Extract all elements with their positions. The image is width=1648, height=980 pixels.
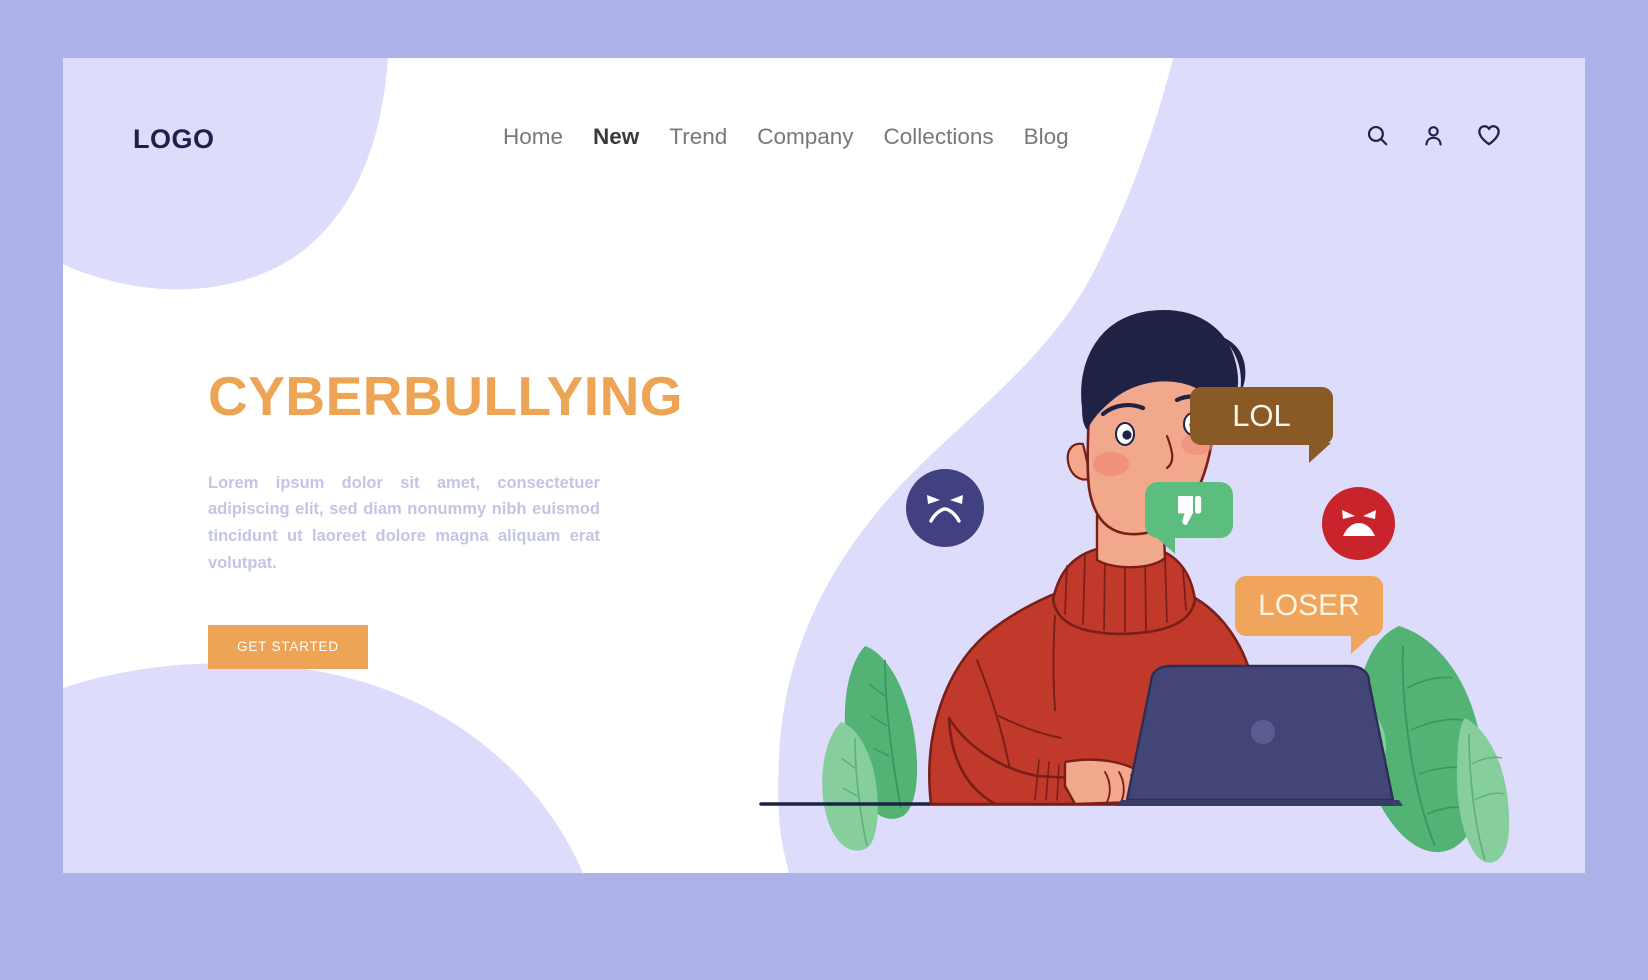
- site-header: LOGO Home New Trend Company Collections …: [63, 58, 1585, 228]
- bubble-dislike: [1145, 482, 1233, 554]
- nav-item-new[interactable]: New: [593, 124, 639, 150]
- header-icon-group: [1364, 122, 1502, 148]
- logo[interactable]: LOGO: [133, 124, 215, 155]
- nav-item-home[interactable]: Home: [503, 124, 563, 150]
- laptop-logo: [1251, 720, 1275, 744]
- hero-paragraph: Lorem ipsum dolor sit amet, consectetuer…: [208, 473, 600, 572]
- heart-icon[interactable]: [1476, 122, 1502, 148]
- cyberbullying-illustration: [759, 310, 1510, 863]
- angry-face-red-badge: [1322, 487, 1395, 560]
- angry-face-icon: [915, 476, 975, 541]
- angry-face-blue-badge: [906, 469, 984, 547]
- angry-face-icon: [1331, 493, 1387, 554]
- hero-illustration: [753, 248, 1513, 868]
- thumbs-down-icon: [1169, 490, 1209, 530]
- nav-item-blog[interactable]: Blog: [1024, 124, 1069, 150]
- laptop: [1117, 664, 1403, 806]
- nav-item-collections[interactable]: Collections: [884, 124, 994, 150]
- page-frame: LOGO Home New Trend Company Collections …: [0, 0, 1648, 980]
- hero-section: CYBERBULLYING Lorem ipsum dolor sit amet…: [208, 365, 684, 669]
- plant-left: [822, 646, 918, 851]
- page-title: CYBERBULLYING: [208, 365, 684, 427]
- get-started-button[interactable]: GET STARTED: [208, 624, 368, 669]
- bubble-loser: LOSER: [1235, 576, 1383, 654]
- nav-item-trend[interactable]: Trend: [669, 124, 727, 150]
- landing-page-panel: LOGO Home New Trend Company Collections …: [63, 58, 1585, 873]
- user-icon[interactable]: [1420, 122, 1446, 148]
- main-navigation: Home New Trend Company Collections Blog: [503, 124, 1069, 150]
- nav-item-company[interactable]: Company: [757, 124, 853, 150]
- search-icon[interactable]: [1364, 122, 1390, 148]
- bubble-lol: LOL: [1190, 387, 1333, 463]
